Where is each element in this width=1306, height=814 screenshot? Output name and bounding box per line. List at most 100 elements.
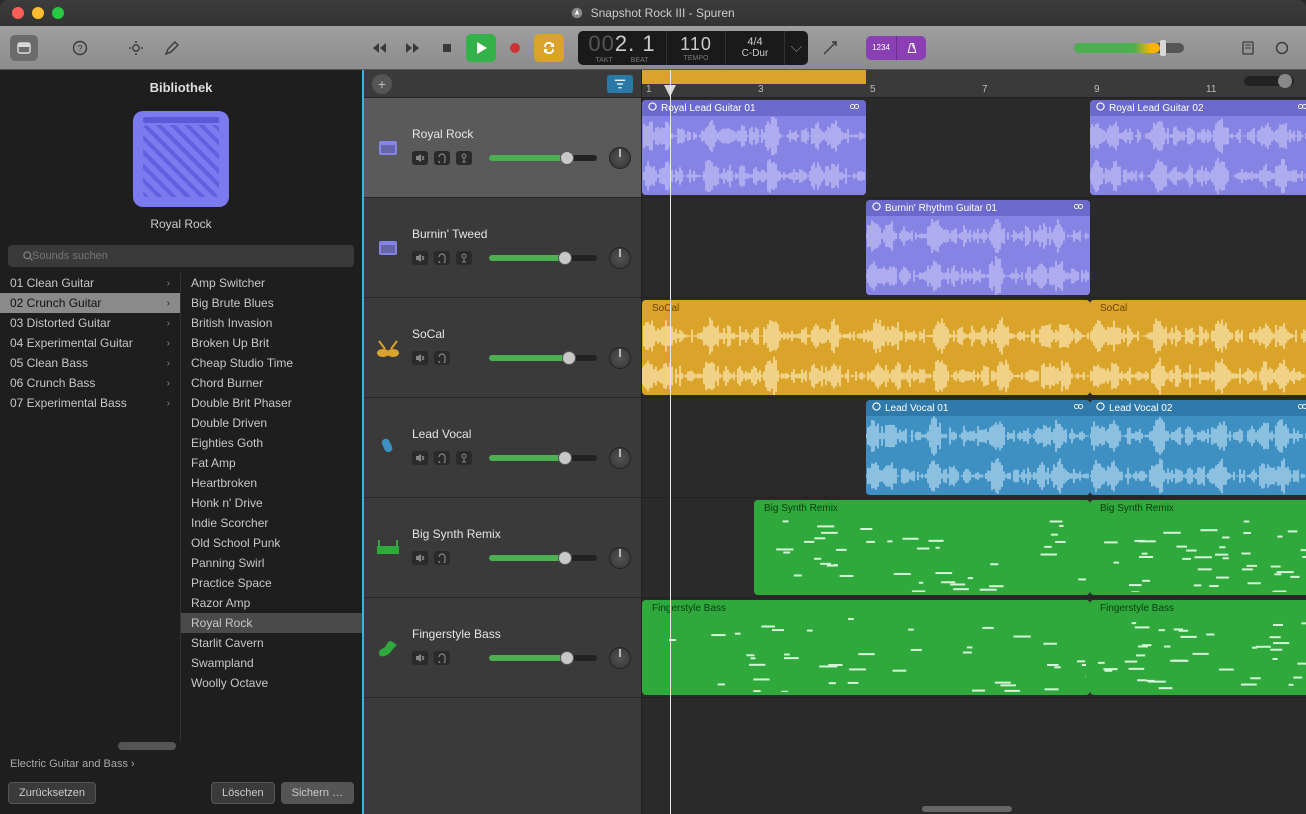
- pan-knob[interactable]: [609, 347, 631, 369]
- metronome-badge[interactable]: [896, 36, 926, 60]
- patch-item[interactable]: Royal Rock: [181, 613, 362, 633]
- patch-item[interactable]: British Invasion: [181, 313, 362, 333]
- reset-button[interactable]: Zurücksetzen: [8, 782, 96, 804]
- pan-knob[interactable]: [609, 147, 631, 169]
- volume-slider[interactable]: [489, 555, 597, 561]
- add-track-button[interactable]: +: [372, 74, 392, 94]
- category-item[interactable]: 04 Experimental Guitar›: [0, 333, 180, 353]
- playhead-handle[interactable]: [663, 84, 677, 98]
- patch-item[interactable]: Double Brit Phaser: [181, 393, 362, 413]
- region[interactable]: Fingerstyle Bass: [642, 600, 1090, 695]
- quick-help-button[interactable]: ?: [66, 35, 94, 61]
- track-lane[interactable]: Burnin' Rhythm Guitar 01: [642, 198, 1306, 298]
- forward-button[interactable]: [398, 34, 428, 62]
- patch-item[interactable]: Amp Switcher: [181, 273, 362, 293]
- category-item[interactable]: 02 Crunch Guitar›: [0, 293, 180, 313]
- region[interactable]: Fingerstyle Bass: [1090, 600, 1306, 695]
- patch-item[interactable]: Woolly Octave: [181, 673, 362, 693]
- region[interactable]: Burnin' Rhythm Guitar 01: [866, 200, 1090, 295]
- lcd-display[interactable]: 002. 1 TAKTBEAT 110TEMPO 4/4C-Dur ⌵: [578, 31, 808, 65]
- patch-item[interactable]: Heartbroken: [181, 473, 362, 493]
- tuner-button[interactable]: [816, 35, 844, 61]
- region[interactable]: SoCal: [1090, 300, 1306, 395]
- mute-button[interactable]: [412, 551, 428, 565]
- freeze-button[interactable]: [456, 151, 472, 165]
- track-lane[interactable]: Lead Vocal 01 Lead Vocal 02: [642, 398, 1306, 498]
- search-input[interactable]: [8, 245, 354, 267]
- pan-knob[interactable]: [609, 647, 631, 669]
- mute-button[interactable]: [412, 251, 428, 265]
- track-header[interactable]: Royal Rock: [364, 98, 641, 198]
- window-minimize-button[interactable]: [32, 7, 44, 19]
- window-zoom-button[interactable]: [52, 7, 64, 19]
- patch-item[interactable]: Chord Burner: [181, 373, 362, 393]
- track-lane[interactable]: Big Synth RemixBig Synth Remix: [642, 498, 1306, 598]
- edit-tool-button[interactable]: [158, 35, 186, 61]
- solo-button[interactable]: [434, 151, 450, 165]
- record-button[interactable]: [500, 34, 530, 62]
- pan-knob[interactable]: [609, 447, 631, 469]
- patch-item[interactable]: Indie Scorcher: [181, 513, 362, 533]
- category-item[interactable]: 01 Clean Guitar›: [0, 273, 180, 293]
- volume-slider[interactable]: [489, 655, 597, 661]
- volume-slider[interactable]: [489, 355, 597, 361]
- patch-item[interactable]: Swampland: [181, 653, 362, 673]
- patch-item[interactable]: Eighties Goth: [181, 433, 362, 453]
- patch-item[interactable]: Old School Punk: [181, 533, 362, 553]
- save-button[interactable]: Sichern …: [281, 782, 354, 804]
- freeze-button[interactable]: [456, 251, 472, 265]
- category-item[interactable]: 06 Crunch Bass›: [0, 373, 180, 393]
- solo-button[interactable]: [434, 551, 450, 565]
- patch-item[interactable]: Starlit Cavern: [181, 633, 362, 653]
- volume-slider[interactable]: [489, 455, 597, 461]
- library-breadcrumb[interactable]: Electric Guitar and Bass ›: [0, 752, 362, 776]
- category-item[interactable]: 05 Clean Bass›: [0, 353, 180, 373]
- volume-slider[interactable]: [489, 155, 597, 161]
- master-volume-slider[interactable]: [1074, 43, 1184, 53]
- track-header[interactable]: SoCal: [364, 298, 641, 398]
- arrange-hscroll[interactable]: [642, 806, 1306, 812]
- patch-item[interactable]: Panning Swirl: [181, 553, 362, 573]
- solo-button[interactable]: [434, 351, 450, 365]
- track-lane[interactable]: SoCalSoCal: [642, 298, 1306, 398]
- patch-item[interactable]: Honk n' Drive: [181, 493, 362, 513]
- rewind-button[interactable]: [364, 34, 394, 62]
- arrange-area[interactable]: 1357911 Royal Lead Guitar 01 Royal Lead …: [642, 70, 1306, 814]
- mute-button[interactable]: [412, 351, 428, 365]
- volume-slider[interactable]: [489, 255, 597, 261]
- solo-button[interactable]: [434, 451, 450, 465]
- mute-button[interactable]: [412, 451, 428, 465]
- library-patch-list[interactable]: Amp SwitcherBig Brute BluesBritish Invas…: [181, 273, 362, 740]
- solo-button[interactable]: [434, 651, 450, 665]
- patch-item[interactable]: Big Brute Blues: [181, 293, 362, 313]
- loops-button[interactable]: [1268, 35, 1296, 61]
- pan-knob[interactable]: [609, 547, 631, 569]
- category-item[interactable]: 07 Experimental Bass›: [0, 393, 180, 413]
- play-button[interactable]: [466, 34, 496, 62]
- track-header[interactable]: Lead Vocal: [364, 398, 641, 498]
- pan-knob[interactable]: [609, 247, 631, 269]
- patch-item[interactable]: Razor Amp: [181, 593, 362, 613]
- region[interactable]: Big Synth Remix: [754, 500, 1090, 595]
- library-toggle-button[interactable]: [10, 35, 38, 61]
- track-header[interactable]: Burnin' Tweed: [364, 198, 641, 298]
- region[interactable]: Lead Vocal 01: [866, 400, 1090, 495]
- patch-item[interactable]: Fat Amp: [181, 453, 362, 473]
- track-filter-button[interactable]: [607, 75, 633, 93]
- track-lane[interactable]: Fingerstyle BassFingerstyle Bass: [642, 598, 1306, 698]
- region[interactable]: Big Synth Remix: [1090, 500, 1306, 595]
- cycle-button[interactable]: [534, 34, 564, 62]
- display-mode-button[interactable]: [122, 35, 150, 61]
- library-category-list[interactable]: 01 Clean Guitar›02 Crunch Guitar›03 Dist…: [0, 273, 181, 740]
- patch-item[interactable]: Broken Up Brit: [181, 333, 362, 353]
- window-close-button[interactable]: [12, 7, 24, 19]
- freeze-button[interactable]: [456, 451, 472, 465]
- timeline-ruler[interactable]: 1357911: [642, 70, 1306, 98]
- count-in-badge[interactable]: 1234: [866, 36, 896, 60]
- mute-button[interactable]: [412, 651, 428, 665]
- delete-button[interactable]: Löschen: [211, 782, 275, 804]
- mute-button[interactable]: [412, 151, 428, 165]
- region[interactable]: Royal Lead Guitar 02: [1090, 100, 1306, 195]
- library-hscroll[interactable]: [0, 740, 362, 752]
- solo-button[interactable]: [434, 251, 450, 265]
